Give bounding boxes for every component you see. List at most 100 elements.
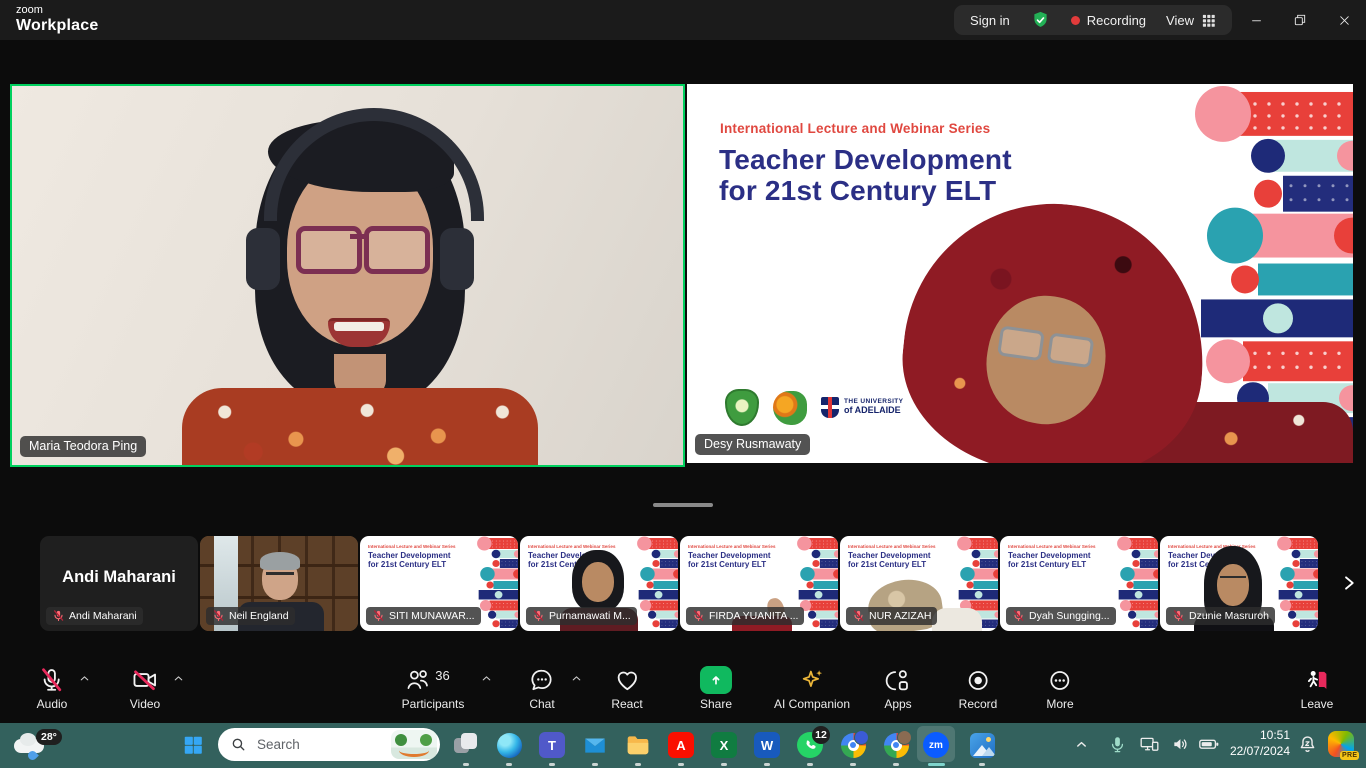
chat-button[interactable]: Chat bbox=[529, 666, 555, 711]
tray-hidden-icons-chevron[interactable] bbox=[1068, 731, 1094, 757]
file-explorer-icon[interactable] bbox=[621, 729, 655, 761]
maria-headphones-band bbox=[264, 108, 484, 221]
muted-mic-icon bbox=[852, 609, 865, 622]
heart-react-icon bbox=[614, 667, 640, 693]
filmstrip-drag-handle[interactable] bbox=[653, 503, 713, 507]
chat-icon bbox=[529, 667, 555, 693]
person-shoulder bbox=[932, 608, 982, 631]
video-tile-desy-rusmawaty[interactable]: International Lecture and Webinar Series… bbox=[687, 84, 1353, 463]
logo-text-zoom: zoom bbox=[16, 5, 98, 16]
clock-date: 22/07/2024 bbox=[1228, 743, 1290, 759]
slide-series-title: International Lecture and Webinar Series bbox=[720, 121, 990, 136]
tray-cast-display-icon[interactable] bbox=[1136, 731, 1162, 757]
zoom-app-active-underline bbox=[928, 763, 945, 766]
adobe-acrobat-icon[interactable]: A bbox=[664, 729, 698, 761]
participant-tile-siti-munawar[interactable]: International Lecture and Webinar Series… bbox=[360, 536, 518, 631]
ai-sparkle-icon bbox=[799, 667, 825, 693]
participant-tile-purnamawati[interactable]: International Lecture and Webinar Series… bbox=[520, 536, 678, 631]
search-daily-image[interactable] bbox=[391, 730, 437, 759]
minimize-button[interactable] bbox=[1234, 0, 1278, 40]
muted-mic-icon bbox=[212, 609, 225, 622]
zoom-workplace-logo: zoom Workplace bbox=[16, 5, 98, 34]
name-tag: Maria Teodora Ping bbox=[20, 436, 146, 457]
hammock-icon bbox=[399, 744, 429, 757]
zoom-app-icon[interactable]: zm bbox=[919, 729, 953, 761]
more-icon bbox=[1048, 668, 1073, 693]
tray-battery-icon[interactable] bbox=[1196, 731, 1222, 757]
participant-tile-andi-maharani[interactable]: Andi Maharani Andi Maharani bbox=[40, 536, 198, 631]
record-button[interactable]: Record bbox=[959, 666, 998, 711]
copilot-pre-badge: PRE bbox=[1340, 751, 1359, 760]
video-options-chevron[interactable] bbox=[172, 672, 185, 685]
photos-app-icon[interactable] bbox=[965, 729, 999, 761]
teams-icon[interactable]: T bbox=[535, 729, 569, 761]
chrome-profile-avatar bbox=[897, 730, 912, 745]
participants-button[interactable]: 36 Participants bbox=[402, 666, 465, 711]
neil-glasses bbox=[266, 572, 294, 583]
participant-tile-dyah-sungging[interactable]: International Lecture and Webinar Series… bbox=[1000, 536, 1158, 631]
start-button[interactable] bbox=[176, 729, 210, 761]
tray-speaker-icon[interactable] bbox=[1168, 731, 1194, 757]
restore-button[interactable] bbox=[1278, 0, 1322, 40]
participant-tile-neil-england[interactable]: Neil England bbox=[200, 536, 358, 631]
participant-tile-nur-azizah[interactable]: International Lecture and Webinar Series… bbox=[840, 536, 998, 631]
more-button[interactable]: More bbox=[1046, 666, 1073, 711]
video-button[interactable]: Video bbox=[130, 666, 160, 711]
person-face bbox=[582, 562, 614, 602]
leave-door-icon bbox=[1304, 667, 1330, 693]
recording-indicator[interactable]: Recording bbox=[1071, 13, 1146, 28]
maria-headphone-right bbox=[440, 228, 474, 290]
encryption-shield-icon[interactable] bbox=[1030, 10, 1051, 31]
weather-widget[interactable]: 28° bbox=[12, 727, 72, 765]
react-button[interactable]: React bbox=[611, 666, 642, 711]
name-tag: NUR AZIZAH bbox=[846, 607, 937, 625]
name-tag: FIRDA YUANITA ... bbox=[686, 607, 804, 625]
slide-decoration-pattern bbox=[474, 536, 518, 631]
close-button[interactable] bbox=[1322, 0, 1366, 40]
audio-options-chevron[interactable] bbox=[78, 672, 91, 685]
search-input[interactable] bbox=[255, 736, 387, 753]
participants-options-chevron[interactable] bbox=[480, 672, 493, 685]
neil-hair bbox=[260, 552, 300, 570]
whatsapp-unread-badge: 12 bbox=[812, 726, 830, 744]
name-tag: Neil England bbox=[206, 607, 295, 625]
muted-camera-icon bbox=[132, 667, 158, 693]
apps-button[interactable]: Apps bbox=[884, 666, 911, 711]
apps-icon bbox=[885, 668, 910, 693]
view-button[interactable]: View bbox=[1166, 13, 1216, 28]
chrome-icon-profile2[interactable] bbox=[879, 729, 913, 761]
share-button[interactable]: Share bbox=[700, 666, 732, 711]
recording-dot-icon bbox=[1071, 16, 1080, 25]
participant-tile-firda-yuanita[interactable]: International Lecture and Webinar Series… bbox=[680, 536, 838, 631]
ai-companion-button[interactable]: AI Companion bbox=[774, 666, 850, 711]
name-tag: Andi Maharani bbox=[46, 607, 143, 625]
participant-tile-dzunie-masruroh[interactable]: International Lecture and Webinar Series… bbox=[1160, 536, 1318, 631]
excel-icon[interactable]: X bbox=[707, 729, 741, 761]
filmstrip-next-page-button[interactable] bbox=[1336, 568, 1362, 598]
record-icon bbox=[966, 668, 991, 693]
participant-name: Maria Teodora Ping bbox=[29, 439, 137, 453]
chrome-profile-avatar bbox=[854, 730, 869, 745]
maria-glasses bbox=[364, 226, 430, 274]
tray-microphone-in-use-icon[interactable] bbox=[1104, 731, 1130, 757]
word-icon[interactable]: W bbox=[750, 729, 784, 761]
organizer-logos: THE UNIVERSITY of ADELAIDE bbox=[725, 389, 903, 426]
notification-bell-dnd-icon[interactable] bbox=[1294, 731, 1320, 757]
share-screen-icon bbox=[700, 666, 732, 694]
name-tag: Dyah Sungging... bbox=[1006, 607, 1116, 625]
sign-in-button[interactable]: Sign in bbox=[970, 13, 1010, 28]
name-tag: Dzunie Masruroh bbox=[1166, 607, 1275, 625]
taskbar-search[interactable] bbox=[218, 728, 440, 761]
view-grid-icon bbox=[1201, 13, 1216, 28]
video-tile-maria-teodora-ping[interactable]: Maria Teodora Ping bbox=[10, 84, 685, 467]
chrome-icon[interactable] bbox=[836, 729, 870, 761]
maria-batik-top bbox=[182, 388, 538, 467]
mail-icon[interactable] bbox=[578, 729, 612, 761]
audio-button[interactable]: Audio bbox=[37, 666, 68, 711]
taskbar-clock[interactable]: 10:51 22/07/2024 bbox=[1228, 727, 1290, 759]
window-title-bar: zoom Workplace Sign in Recording View bbox=[0, 0, 1366, 40]
edge-browser-icon[interactable] bbox=[492, 729, 526, 761]
chat-options-chevron[interactable] bbox=[570, 672, 583, 685]
task-view-button[interactable] bbox=[449, 729, 483, 761]
leave-button[interactable]: Leave bbox=[1301, 666, 1334, 711]
